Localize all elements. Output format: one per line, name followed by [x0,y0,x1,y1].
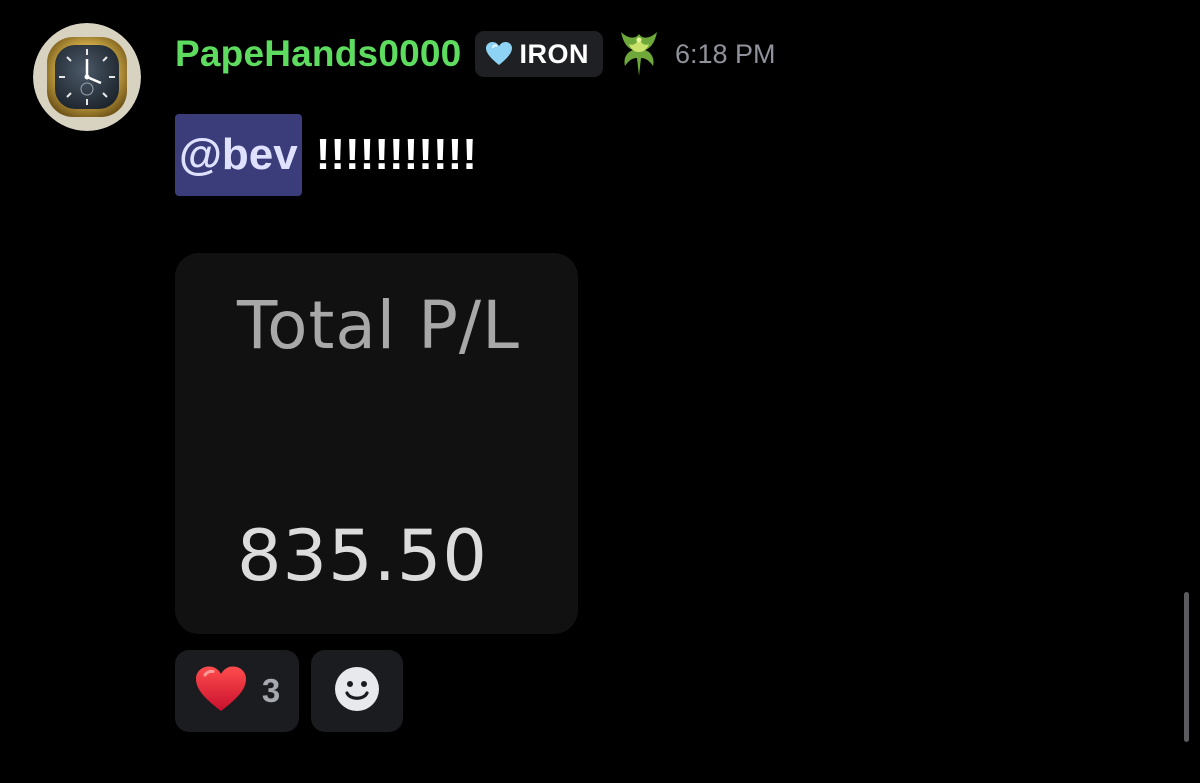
message-header: PapeHands0000 IRON 6:18 PM [175,28,776,80]
heart-emoji-icon [194,665,248,718]
pl-value: 835.50 [237,515,488,597]
pl-label: Total P/L [237,287,520,364]
role-tag[interactable]: IRON [475,31,603,77]
username[interactable]: PapeHands0000 [175,33,461,75]
heart-icon [485,41,513,67]
reaction-heart[interactable]: 3 [175,650,299,732]
image-attachment[interactable]: Total P/L 835.50 [175,253,578,634]
reactions-bar: 3 [175,650,403,732]
user-mention[interactable]: @bev [175,114,302,196]
timestamp: 6:18 PM [674,38,776,69]
add-reaction-button[interactable] [311,650,403,732]
phoenix-icon[interactable] [615,28,663,80]
reaction-count: 3 [261,672,281,709]
watch-avatar-icon [33,23,141,131]
chat-message: PapeHands0000 IRON 6:18 PM @bev !!!!!!!!… [0,0,1200,783]
smiley-icon [333,665,381,718]
scrollbar[interactable] [1184,592,1189,742]
avatar[interactable] [33,23,141,131]
message-text: !!!!!!!!!!! [315,130,477,179]
message-content: @bev !!!!!!!!!!! [175,114,477,196]
role-label: IRON [519,38,589,69]
